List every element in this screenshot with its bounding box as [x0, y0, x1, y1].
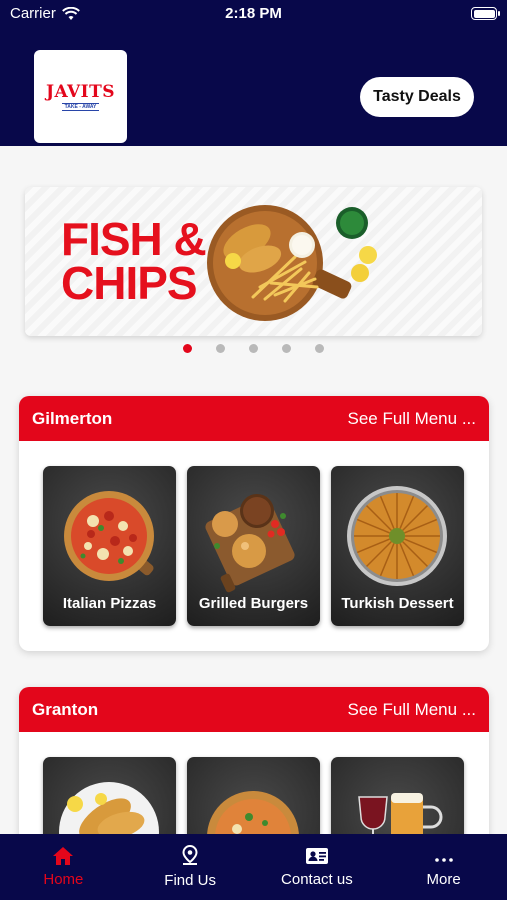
location-card-header: Granton See Full Menu ...	[19, 687, 489, 732]
category-tile-italian-pizzas[interactable]: Italian Pizzas	[43, 466, 176, 626]
contact-card-icon	[305, 848, 328, 864]
category-tile-turkish-dessert[interactable]: Turkish Dessert	[331, 466, 464, 626]
fish-and-chips-image	[207, 205, 377, 321]
carousel-dot[interactable]	[183, 344, 192, 353]
app-header: Carrier 2:18 PM JAVITS TAKE - AWAY Tasty…	[0, 0, 507, 146]
category-label: Grilled Burgers	[198, 595, 309, 612]
tab-more[interactable]: More	[380, 834, 507, 900]
tab-label: Contact us	[281, 871, 353, 888]
tab-find-us[interactable]: Find Us	[127, 834, 254, 900]
see-full-menu-link[interactable]: See Full Menu ...	[347, 700, 476, 720]
see-full-menu-link[interactable]: See Full Menu ...	[347, 409, 476, 429]
carousel-dot[interactable]	[315, 344, 324, 353]
home-icon	[53, 847, 74, 865]
bottom-tab-bar: Home Find Us Contact us More	[0, 834, 507, 900]
battery-icon	[471, 7, 500, 20]
category-label: Turkish Dessert	[341, 595, 454, 612]
category-label: Italian Pizzas	[62, 595, 157, 612]
tab-contact-us[interactable]: Contact us	[254, 834, 381, 900]
tasty-deals-button[interactable]: Tasty Deals	[360, 77, 474, 117]
carousel-dot[interactable]	[216, 344, 225, 353]
location-pin-icon	[182, 845, 198, 865]
banner-title-line1: FISH &	[61, 213, 207, 265]
location-card-gilmerton: Gilmerton See Full Menu ... Italian Pizz…	[19, 396, 489, 651]
status-time: 2:18 PM	[225, 5, 282, 22]
location-card-header: Gilmerton See Full Menu ...	[19, 396, 489, 441]
promo-banner[interactable]: FISH & CHIPS	[25, 187, 482, 336]
category-tile-grilled-burgers[interactable]: Grilled Burgers	[187, 466, 320, 626]
tab-label: Find Us	[164, 872, 216, 889]
logo-name: JAVITS	[45, 82, 116, 102]
tab-label: Home	[43, 871, 84, 888]
logo-tagline: TAKE - AWAY	[61, 103, 100, 111]
carousel-dot[interactable]	[282, 344, 291, 353]
banner-title-line2: CHIPS	[61, 257, 198, 309]
banner-title: FISH & CHIPS	[61, 213, 207, 309]
brand-logo[interactable]: JAVITS TAKE - AWAY	[34, 50, 127, 143]
category-tiles: Italian Pizzas Grilled Burgers Turkish D…	[43, 466, 464, 626]
carousel-indicator[interactable]	[0, 344, 507, 353]
location-name: Gilmerton	[32, 408, 113, 428]
more-dots-icon	[434, 858, 453, 862]
tab-label: More	[426, 871, 461, 888]
tab-home[interactable]: Home	[0, 834, 127, 900]
status-bar: Carrier 2:18 PM	[0, 0, 507, 30]
carousel-dot[interactable]	[249, 344, 258, 353]
location-name: Granton	[32, 699, 99, 719]
